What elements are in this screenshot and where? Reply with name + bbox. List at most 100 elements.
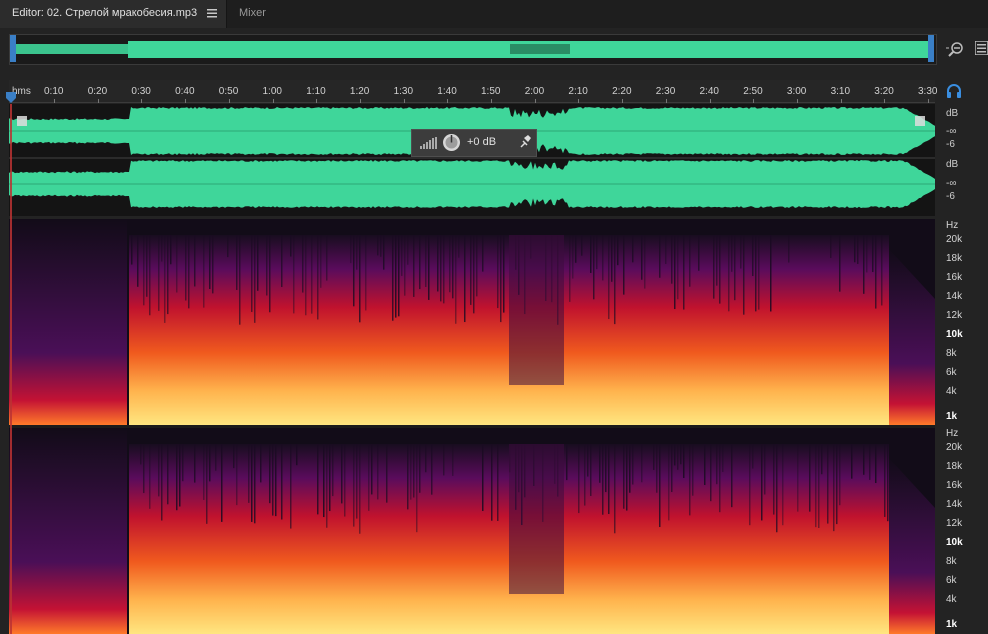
spectral-streak	[656, 444, 658, 493]
spectral-streak	[458, 235, 460, 258]
spectral-streak	[275, 444, 277, 517]
spectral-streak	[830, 235, 832, 258]
zoom-out-icon[interactable]	[946, 40, 966, 58]
ruler-tick-mark	[753, 99, 755, 103]
spectral-streak	[266, 235, 268, 296]
ruler-tick-label: 1:30	[393, 86, 414, 97]
spectral-streak	[692, 444, 694, 496]
overview-left-handle[interactable]	[10, 35, 16, 62]
spectral-streak	[674, 444, 676, 466]
ruler-tick-mark	[709, 99, 711, 103]
spectral-display-channel-1[interactable]	[9, 219, 935, 425]
spectral-streak	[788, 235, 790, 263]
spectral-streak	[140, 444, 142, 465]
ruler-tick-mark	[185, 99, 187, 103]
ruler-tick-label: 0:30	[131, 86, 151, 97]
spectral-streak	[131, 235, 133, 265]
spectral-streak	[404, 235, 406, 296]
spectral-streak	[239, 235, 241, 325]
spectral-streak	[818, 444, 820, 528]
spectral-streak	[884, 444, 886, 517]
spectral-streak	[731, 235, 733, 272]
tab-mixer[interactable]: Mixer	[239, 7, 266, 19]
spectral-streak	[602, 235, 604, 281]
spectral-streak	[821, 444, 823, 475]
spectral-streak	[743, 235, 745, 315]
spectral-streak	[470, 235, 472, 305]
spectral-streak	[176, 235, 178, 293]
playhead-marker[interactable]	[5, 92, 17, 104]
hamburger-icon[interactable]	[207, 8, 217, 18]
spectral-streak	[857, 235, 859, 264]
spectral-streak	[869, 444, 871, 480]
spectral-streak	[596, 235, 598, 270]
spectral-streak	[614, 444, 616, 534]
spectral-streak	[626, 444, 628, 511]
spectral-display-channel-2[interactable]	[9, 428, 935, 634]
hz-label: 10k	[946, 329, 963, 340]
spectral-streak	[851, 444, 853, 479]
spectral-streak	[602, 444, 604, 515]
spectral-streak	[875, 444, 877, 484]
volume-knob-icon[interactable]	[442, 133, 461, 152]
spectral-streak	[398, 235, 400, 317]
spectral-streak	[854, 235, 856, 263]
spectral-streak	[419, 444, 421, 493]
spectral-streak	[203, 444, 205, 500]
spectral-streak	[452, 444, 454, 476]
spectral-streak	[719, 235, 721, 304]
headphone-icon[interactable]	[946, 84, 962, 98]
spectral-streak	[290, 444, 292, 529]
spectral-streak	[353, 235, 355, 307]
hz-label: 20k	[946, 234, 963, 245]
gain-hud[interactable]: +0 dB	[411, 129, 537, 157]
spectral-streak	[293, 235, 295, 314]
spectral-streak	[260, 444, 262, 483]
hz-label: 12k	[946, 310, 963, 321]
spectral-streak	[632, 235, 634, 263]
spectral-streak	[158, 235, 160, 311]
ruler-tick-label: 3:30	[918, 86, 938, 97]
spectral-streak	[575, 235, 577, 263]
ruler-tick-label: 2:30	[655, 86, 676, 97]
spectral-streak	[836, 444, 838, 525]
spectral-streak	[317, 444, 319, 515]
spectral-streak	[755, 235, 757, 312]
spectral-streak	[356, 444, 358, 519]
spectral-streak	[740, 235, 742, 269]
panel-menu-icon[interactable]	[975, 41, 988, 55]
ruler-tick-label: 3:00	[786, 86, 807, 97]
spectral-streak	[359, 444, 361, 534]
ruler-tick-label: 0:20	[87, 86, 108, 97]
hz-label: 20k	[946, 442, 963, 453]
spectral-streak	[665, 235, 667, 265]
spectral-streak	[353, 444, 355, 527]
hz-label: 14k	[946, 499, 963, 510]
spectral-streak	[176, 444, 178, 511]
spectral-streak	[473, 235, 475, 314]
fade-out-handle[interactable]	[915, 116, 925, 126]
spectral-streak	[593, 235, 595, 300]
hz-unit-label: Hz	[946, 220, 959, 231]
waveform-display[interactable]	[9, 104, 935, 216]
spectral-streak	[719, 444, 721, 513]
ruler-tick-label: 1:50	[481, 86, 501, 97]
overview-right-handle[interactable]	[928, 35, 934, 62]
spectral-streak	[443, 444, 445, 476]
spectral-streak	[251, 444, 253, 522]
spectral-streak	[683, 444, 685, 479]
spectral-streak	[209, 235, 211, 289]
spectral-streak	[401, 235, 403, 276]
spectral-streak	[872, 235, 874, 273]
fade-in-handle[interactable]	[17, 116, 27, 126]
spectral-streak	[590, 444, 592, 496]
spectral-streak	[392, 235, 394, 321]
spectral-streak	[863, 235, 865, 294]
spectral-streak	[683, 235, 685, 310]
gain-value[interactable]: +0 dB	[467, 136, 496, 148]
tab-editor[interactable]: Editor: 02. Стрелой мракобесия.mp3	[0, 0, 227, 28]
spectral-streak	[716, 235, 718, 286]
spectral-streak	[449, 235, 451, 293]
pin-icon[interactable]	[519, 135, 531, 149]
spectral-streak	[182, 444, 184, 482]
